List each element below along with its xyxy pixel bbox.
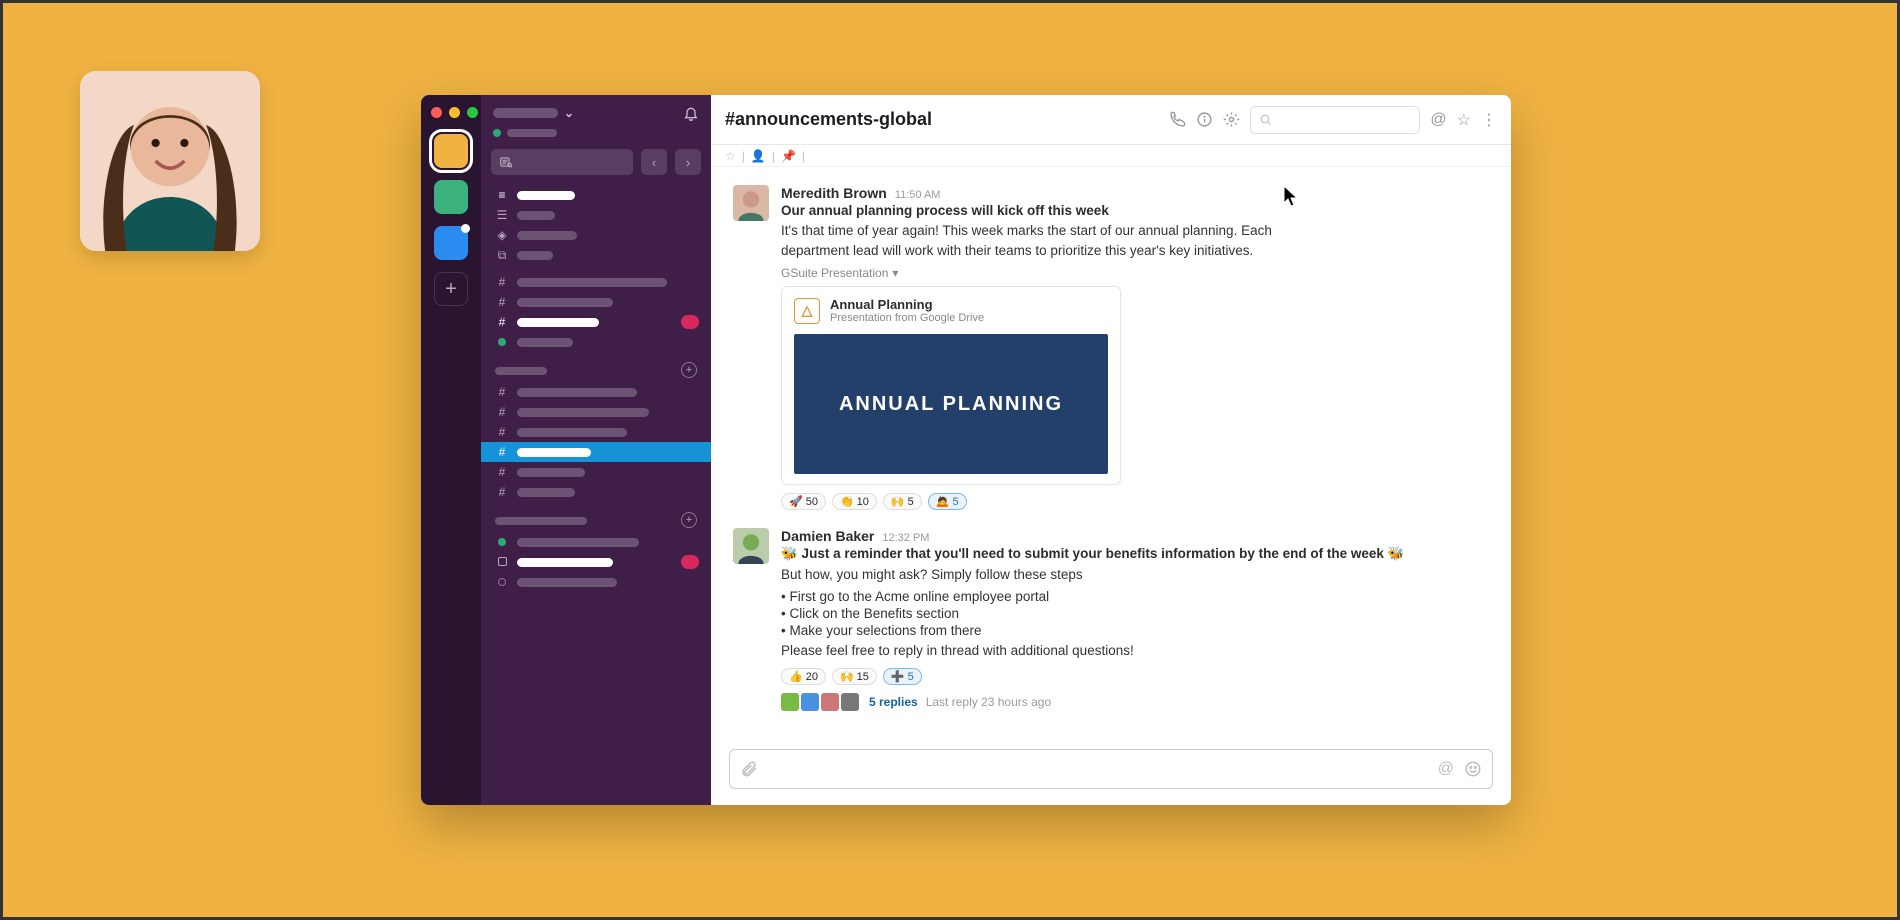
mentions-icon[interactable]: @	[1430, 111, 1446, 129]
thread-last-reply: Last reply 23 hours ago	[926, 695, 1051, 709]
sidebar-all-unreads[interactable]: ≡	[481, 185, 711, 205]
emoji-icon[interactable]	[1464, 760, 1482, 778]
file-subtitle: Presentation from Google Drive	[830, 312, 984, 324]
main-pane: #announcements-global @ ☆ ⋮ ☆ |👤 |📌 |	[711, 95, 1511, 805]
reactions: 👍20 🙌15 ➕5	[781, 668, 1489, 685]
sidebar-channel[interactable]: #	[481, 272, 711, 292]
sidebar-channel[interactable]: #	[481, 292, 711, 312]
sidebar-channel[interactable]: #	[481, 482, 711, 502]
reaction[interactable]: 🙌15	[832, 668, 877, 685]
reaction[interactable]: 🙌5	[883, 493, 922, 510]
sidebar-channel[interactable]: #	[481, 382, 711, 402]
sidebar-channel-active[interactable]: #	[481, 442, 711, 462]
chevron-down-icon: ⌄	[564, 106, 574, 120]
message-bullets: • First go to the Acme online employee p…	[781, 589, 1489, 638]
thread-summary[interactable]: 5 replies Last reply 23 hours ago	[781, 693, 1489, 711]
notifications-icon[interactable]	[683, 105, 699, 121]
presenter-avatar	[80, 71, 260, 251]
dms-section-header[interactable]: +	[481, 502, 711, 532]
close-window-icon[interactable]	[431, 107, 442, 118]
member-count-icon[interactable]: 👤	[751, 149, 766, 163]
self-presence[interactable]	[481, 129, 711, 145]
sidebar-dm[interactable]	[481, 572, 711, 592]
reactions: 🚀50 👏10 🙌5 🙇5	[781, 493, 1489, 510]
sidebar-channel[interactable]: #	[481, 462, 711, 482]
message-author[interactable]: Damien Baker	[781, 528, 874, 544]
workspace-1[interactable]	[434, 134, 468, 168]
reaction[interactable]: 👍20	[781, 668, 826, 685]
star-outline-icon[interactable]: ☆	[725, 149, 736, 163]
sidebar-channel[interactable]: #	[481, 312, 711, 332]
message-time: 12:32 PM	[882, 532, 929, 544]
reaction[interactable]: 👏10	[832, 493, 877, 510]
channel-subheader: ☆ |👤 |📌 |	[711, 145, 1511, 167]
sidebar-channel[interactable]	[481, 332, 711, 352]
sidebar-channel[interactable]: #	[481, 422, 711, 442]
workspace-3[interactable]	[434, 226, 468, 260]
channel-header: #announcements-global @ ☆ ⋮	[711, 95, 1511, 145]
slack-window: + ⌄ ‹ › ≡ ☰ ◈ ⧉ # # #	[421, 95, 1511, 805]
minimize-window-icon[interactable]	[449, 107, 460, 118]
sidebar-threads[interactable]: ☰	[481, 205, 711, 225]
sidebar-drafts[interactable]: ⧉	[481, 245, 711, 266]
team-switcher[interactable]: ⌄	[493, 106, 574, 120]
reaction[interactable]: 🙇5	[928, 493, 967, 510]
attach-icon[interactable]	[740, 760, 758, 778]
unread-badge	[681, 555, 699, 569]
message-title: 🐝 Just a reminder that you'll need to su…	[781, 546, 1489, 562]
avatar[interactable]	[733, 185, 769, 221]
more-icon[interactable]: ⋮	[1481, 110, 1497, 130]
call-icon[interactable]	[1169, 111, 1186, 128]
pin-icon[interactable]: 📌	[781, 149, 796, 163]
history-back-button[interactable]: ‹	[641, 149, 667, 175]
maximize-window-icon[interactable]	[467, 107, 478, 118]
workspace-rail: +	[421, 95, 481, 805]
message-stream: Meredith Brown 11:50 AM Our annual plann…	[711, 167, 1511, 739]
reaction[interactable]: ➕5	[883, 668, 922, 685]
reaction[interactable]: 🚀50	[781, 493, 826, 510]
search-icon	[1259, 113, 1272, 126]
message: Meredith Brown 11:50 AM Our annual plann…	[733, 177, 1489, 520]
message-composer[interactable]: @	[729, 749, 1493, 789]
attachment-source[interactable]: GSuite Presentation▾	[781, 266, 1489, 280]
settings-icon[interactable]	[1223, 111, 1240, 128]
thread-participants	[781, 693, 861, 711]
add-workspace-button[interactable]: +	[434, 272, 468, 306]
jump-to-search[interactable]	[491, 149, 633, 175]
gdrive-slides-icon: △	[794, 298, 820, 324]
channels-section-header[interactable]: +	[481, 352, 711, 382]
sidebar-dm[interactable]	[481, 552, 711, 572]
sidebar: ⌄ ‹ › ≡ ☰ ◈ ⧉ # # # + #	[481, 95, 711, 805]
star-icon[interactable]: ☆	[1457, 110, 1471, 130]
info-icon[interactable]	[1196, 111, 1213, 128]
sidebar-mentions[interactable]: ◈	[481, 225, 711, 245]
message-time: 11:50 AM	[895, 189, 941, 201]
message-text: But how, you might ask? Simply follow th…	[781, 565, 1321, 585]
message-text: It's that time of year again! This week …	[781, 221, 1321, 260]
channel-name[interactable]: #announcements-global	[725, 109, 932, 130]
message-author[interactable]: Meredith Brown	[781, 185, 887, 201]
file-preview: ANNUAL PLANNING	[794, 334, 1108, 474]
file-name: Annual Planning	[830, 297, 984, 312]
add-channel-button[interactable]: +	[681, 362, 697, 378]
thread-replies-link[interactable]: 5 replies	[869, 695, 918, 709]
workspace-2[interactable]	[434, 180, 468, 214]
sidebar-channel[interactable]: #	[481, 402, 711, 422]
unread-badge	[681, 315, 699, 329]
message-title: Our annual planning process will kick of…	[781, 203, 1489, 218]
file-attachment[interactable]: △ Annual Planning Presentation from Goog…	[781, 286, 1121, 485]
history-forward-button[interactable]: ›	[675, 149, 701, 175]
add-dm-button[interactable]: +	[681, 512, 697, 528]
avatar[interactable]	[733, 528, 769, 564]
presence-active-icon	[493, 129, 501, 137]
search-input[interactable]	[1250, 106, 1420, 134]
message-closing: Please feel free to reply in thread with…	[781, 641, 1321, 661]
sidebar-dm[interactable]	[481, 532, 711, 552]
message: Damien Baker 12:32 PM 🐝 Just a reminder …	[733, 520, 1489, 721]
mention-icon[interactable]: @	[1438, 760, 1454, 778]
window-controls	[431, 101, 478, 128]
